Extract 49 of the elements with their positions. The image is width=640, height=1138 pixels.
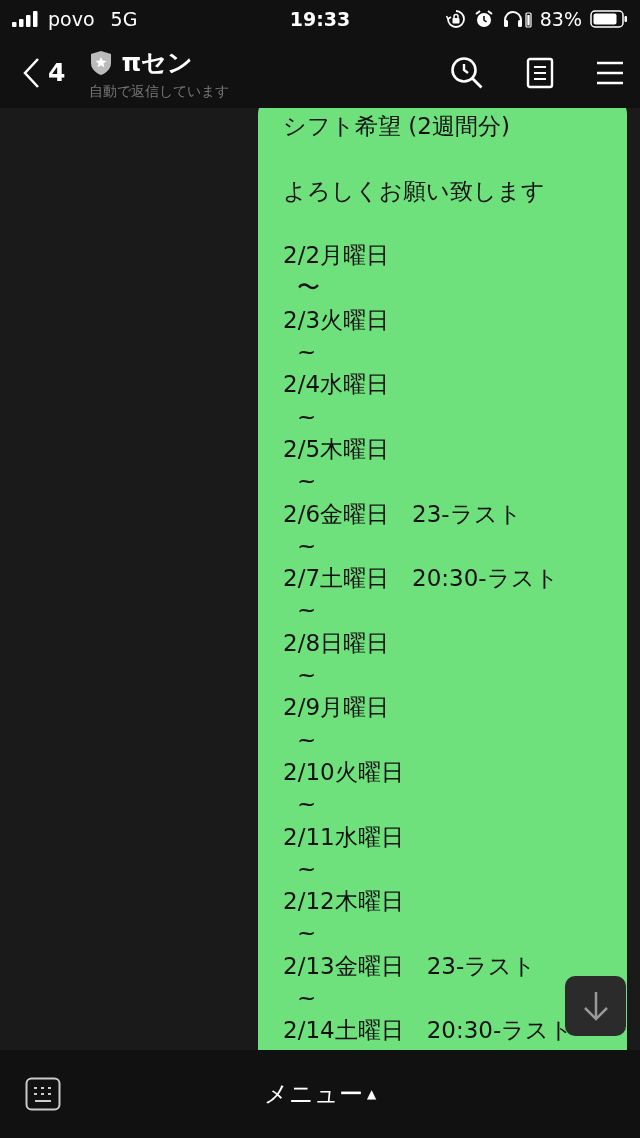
tilde-line: 〜: [296, 273, 320, 303]
status-time: 19:33: [289, 6, 351, 32]
menu-button[interactable]: メニュー ▲: [251, 1070, 389, 1118]
tilde-line: ~: [296, 854, 317, 884]
keyboard-icon: [25, 1077, 61, 1111]
shield-icon: [89, 49, 114, 76]
tilde-line: ~: [296, 919, 317, 949]
tilde-line: ~: [296, 531, 317, 561]
message-line: よろしくお願い致します: [283, 176, 545, 206]
back-icon: [22, 57, 40, 89]
message-line: 2/13金曜日 23-ラスト: [283, 951, 537, 981]
tilde-line: ~: [296, 467, 317, 497]
message-line: 2/10火曜日: [283, 757, 404, 787]
message-line: 2/6金曜日 23-ラスト: [283, 499, 522, 529]
notes-icon[interactable]: [526, 57, 554, 89]
tilde-line: ~: [296, 402, 317, 432]
headphones-icon: [501, 9, 532, 29]
message-line: 2/14土曜日 20:30-ラスト: [283, 1016, 574, 1046]
tilde-line: ~: [296, 338, 317, 368]
tilde-line: ~: [296, 984, 317, 1013]
scroll-down-button[interactable]: [565, 976, 626, 1036]
tilde-line: ~: [296, 790, 317, 820]
battery-percent: 83%: [539, 6, 582, 32]
alarm-icon: [473, 9, 494, 29]
message-line: 2/5木曜日: [283, 434, 389, 464]
signal-icon: [12, 11, 40, 27]
message-line: 2/2月曜日: [283, 241, 389, 271]
search-icon[interactable]: [450, 56, 484, 90]
tilde-line: ~: [296, 596, 317, 626]
message-line: 2/4水曜日: [283, 370, 389, 400]
message-line: 2/11水曜日: [283, 822, 404, 852]
menu-icon[interactable]: [596, 60, 624, 86]
menu-arrow-icon: ▲: [366, 1085, 377, 1103]
network-type: 5G: [110, 6, 138, 32]
message-line: 2/3火曜日: [283, 305, 389, 335]
carrier-name: povo: [48, 6, 95, 32]
keyboard-button[interactable]: [25, 1077, 61, 1111]
tilde-line: ~: [296, 725, 317, 755]
tilde-line: ~: [296, 661, 317, 691]
rotation-lock-icon: [445, 9, 466, 29]
message-line: シフト希望 (2週間分): [283, 112, 510, 141]
status-subtitle: 自動で返信しています: [89, 82, 230, 102]
message-line: 2/9月曜日: [283, 693, 389, 723]
back-button[interactable]: 4: [22, 54, 66, 92]
message-line: 2/12木曜日: [283, 887, 404, 917]
battery-icon: [590, 9, 628, 29]
message-line: 2/7土曜日 20:30-ラスト: [283, 564, 559, 594]
message-line: 2/8日曜日: [283, 628, 389, 658]
chat-title: πセン: [121, 46, 194, 79]
